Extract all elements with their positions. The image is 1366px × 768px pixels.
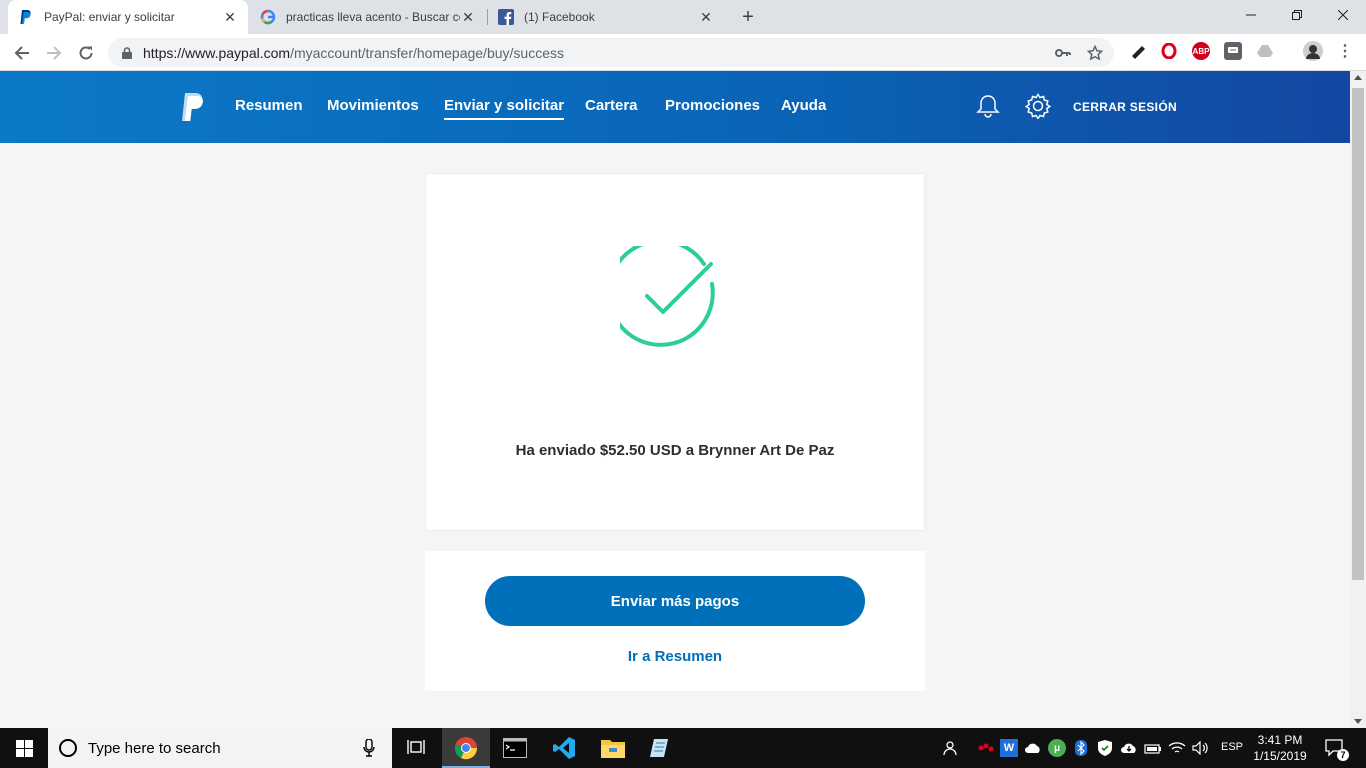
vscode-taskbar-icon[interactable]: [540, 728, 588, 768]
minimize-button[interactable]: [1228, 0, 1274, 30]
go-to-summary-link[interactable]: Ir a Resumen: [425, 648, 925, 665]
windows-start-button[interactable]: [0, 728, 48, 768]
windows-taskbar: Type here to search W μ ESP 3:41 PM 1/15…: [0, 728, 1366, 768]
nav-cartera[interactable]: Cartera: [585, 97, 638, 114]
close-tab-icon[interactable]: ✕: [222, 9, 238, 25]
paypal-header: Resumen Movimientos Enviar y solicitar C…: [0, 71, 1350, 143]
forward-button[interactable]: [40, 39, 68, 67]
extension-usb-icon[interactable]: [1128, 42, 1146, 60]
url-host: https://www.paypal.com: [143, 44, 291, 61]
bluetooth-icon[interactable]: [1072, 739, 1090, 757]
scroll-up-icon[interactable]: [1354, 75, 1362, 80]
extension-opera-icon[interactable]: [1160, 42, 1178, 60]
back-button[interactable]: [8, 39, 36, 67]
logout-link[interactable]: CERRAR SESIÓN: [1073, 100, 1177, 114]
paypal-favicon-icon: [18, 9, 34, 25]
search-placeholder: Type here to search: [88, 739, 221, 757]
success-card: Ha enviado $52.50 USD a Brynner Art De P…: [425, 173, 925, 531]
reload-button[interactable]: [72, 39, 100, 67]
new-tab-button[interactable]: +: [737, 7, 759, 29]
people-icon[interactable]: [940, 739, 958, 757]
google-favicon-icon: [260, 9, 276, 25]
nav-ayuda[interactable]: Ayuda: [781, 97, 826, 114]
volume-icon[interactable]: [1192, 739, 1210, 757]
tab-paypal[interactable]: PayPal: enviar y solicitar ✕: [8, 0, 248, 34]
notepad-taskbar-icon[interactable]: [638, 728, 686, 768]
send-more-payments-button[interactable]: Enviar más pagos: [485, 576, 865, 626]
tab-title: PayPal: enviar y solicitar: [44, 10, 175, 24]
tab-facebook[interactable]: (1) Facebook ✕: [488, 0, 724, 34]
clock-time: 3:41 PM: [1257, 733, 1303, 747]
taskbar-search-box[interactable]: Type here to search: [48, 728, 392, 768]
wifi-icon[interactable]: [1168, 739, 1186, 757]
nav-promociones[interactable]: Promociones: [665, 97, 760, 114]
extension-chat-icon[interactable]: [1224, 42, 1242, 60]
defender-shield-icon[interactable]: [1096, 739, 1114, 757]
file-explorer-taskbar-icon[interactable]: [589, 728, 637, 768]
success-check-icon: [606, 238, 730, 356]
close-tab-icon[interactable]: ✕: [460, 9, 476, 25]
nav-enviar-y-solicitar[interactable]: Enviar y solicitar: [444, 97, 565, 120]
cloud-download-icon[interactable]: [1120, 739, 1138, 757]
profile-avatar[interactable]: [1303, 41, 1323, 61]
tab-title: (1) Facebook: [524, 10, 595, 24]
cortana-icon: [59, 739, 77, 757]
nav-resumen[interactable]: Resumen: [235, 97, 303, 114]
page-scrollbar[interactable]: [1350, 71, 1366, 728]
restore-button[interactable]: [1274, 0, 1320, 30]
utorrent-icon[interactable]: μ: [1048, 739, 1066, 757]
close-window-button[interactable]: [1320, 0, 1366, 30]
success-message: Ha enviado $52.50 USD a Brynner Art De P…: [515, 442, 835, 459]
url-path: /myaccount/transfer/homepage/buy/success: [290, 44, 564, 61]
extension-adblock-icon[interactable]: ABP: [1192, 42, 1210, 60]
settings-gear-icon[interactable]: [1024, 93, 1052, 120]
browser-tab-strip: PayPal: enviar y solicitar ✕ practicas l…: [0, 0, 1366, 34]
notification-count-badge: 7: [1337, 749, 1349, 761]
scrollbar-thumb[interactable]: [1352, 88, 1364, 580]
battery-icon[interactable]: [1144, 739, 1162, 757]
onedrive-icon[interactable]: [1024, 739, 1042, 757]
paypal-logo-icon[interactable]: [180, 93, 208, 121]
scroll-down-icon[interactable]: [1354, 719, 1362, 724]
tab-title: practicas lleva acento - Buscar co: [286, 10, 460, 24]
input-language[interactable]: ESP: [1221, 741, 1243, 753]
address-bar[interactable]: https://www.paypal.com/myaccount/transfe…: [108, 38, 1114, 67]
actions-card: Enviar más pagos Ir a Resumen: [425, 551, 925, 691]
tray-app-red-icon[interactable]: [977, 739, 995, 757]
nav-movimientos[interactable]: Movimientos: [327, 97, 419, 114]
microphone-icon[interactable]: [358, 737, 380, 759]
clock-date: 1/15/2019: [1253, 749, 1307, 763]
key-icon[interactable]: [1054, 44, 1072, 62]
chrome-taskbar-icon[interactable]: [442, 728, 490, 768]
facebook-favicon-icon: [498, 9, 514, 25]
close-tab-icon[interactable]: ✕: [698, 9, 714, 25]
task-view-icon[interactable]: [392, 728, 440, 768]
browser-menu-icon[interactable]: ⋮: [1336, 42, 1354, 60]
lock-icon: [120, 46, 134, 60]
tray-app-w-icon[interactable]: W: [1000, 739, 1018, 757]
extension-drive-icon[interactable]: [1256, 42, 1274, 60]
terminal-taskbar-icon[interactable]: [491, 728, 539, 768]
tab-google[interactable]: practicas lleva acento - Buscar co ✕: [250, 0, 486, 34]
taskbar-clock[interactable]: 3:41 PM 1/15/2019: [1248, 732, 1312, 764]
notifications-bell-icon[interactable]: [975, 93, 1001, 119]
bookmark-star-icon[interactable]: [1086, 44, 1104, 62]
